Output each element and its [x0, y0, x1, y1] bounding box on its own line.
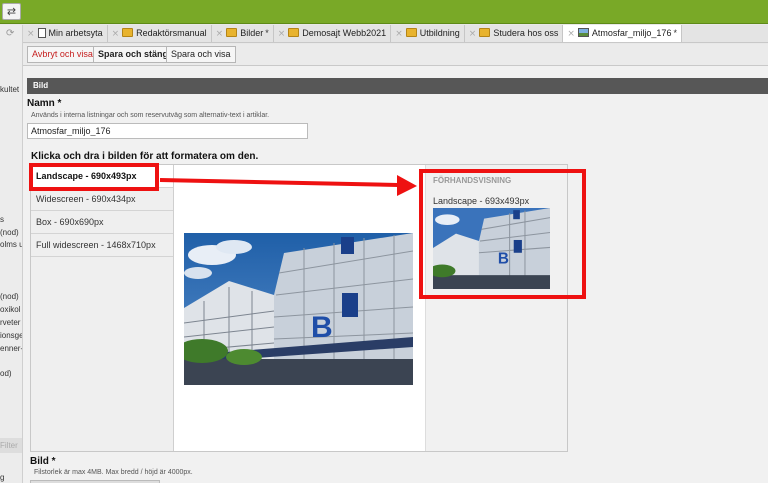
close-icon[interactable]: × [216, 29, 224, 39]
crop-instruction: Klicka och dra i bilden för att formater… [31, 151, 259, 162]
image-icon [577, 28, 589, 37]
editor-toolbar: Avbryt och visa Spara och stäng Spara oc… [23, 44, 768, 66]
tree-item[interactable]: s [0, 215, 4, 224]
filter-button[interactable]: Filter [0, 438, 22, 453]
format-option-full-widescreen[interactable]: Full widescreen - 1468x710px [31, 234, 173, 257]
svg-text:B: B [311, 311, 333, 344]
save-and-view-button[interactable]: Spara och visa [166, 46, 236, 63]
folder-icon [122, 28, 134, 37]
building-photo: B [184, 233, 413, 385]
tab-label: Min arbetsyta [48, 28, 103, 38]
tree-item[interactable]: od) [0, 369, 12, 378]
image-edit-form: Bild Namn * Används i interna listningar… [23, 66, 768, 483]
tree-item[interactable]: ionsge [0, 331, 22, 340]
section-header: Bild [27, 78, 768, 94]
tab-label: Studera hos oss [493, 28, 559, 38]
tab-studera-hos-oss[interactable]: × Studera hos oss [465, 25, 564, 42]
tab-label: Bilder [240, 28, 264, 38]
file-label: Bild * [30, 456, 56, 467]
sidebar-tree: ⟳ kultet s (nod) olms u (nod) oxikol rve… [0, 25, 23, 483]
name-input[interactable] [27, 123, 308, 139]
tab-min-arbetsyta[interactable]: × Min arbetsyta [23, 25, 108, 42]
tab-bar: × Min arbetsyta × Redaktörsmanual × Bilder * × D… [23, 25, 768, 43]
refresh-icon[interactable]: ⟳ [6, 28, 14, 39]
tab-redaktorsmanual[interactable]: × Redaktörsmanual [108, 25, 212, 42]
close-icon[interactable]: × [567, 29, 575, 39]
tree-item[interactable]: olms u [0, 240, 22, 249]
tab-label: Demosajt Webb2021 [302, 28, 387, 38]
document-icon [37, 28, 46, 38]
tree-item[interactable]: kultet [0, 85, 19, 94]
tree-item[interactable]: g [0, 473, 4, 482]
tree-item[interactable]: oxikol [0, 305, 20, 314]
top-bar: ⇄ [0, 0, 768, 24]
name-label: Namn * [27, 98, 62, 109]
swap-arrows-icon[interactable]: ⇄ [2, 3, 21, 20]
close-icon[interactable]: × [112, 29, 120, 39]
name-help-text: Används i interna listningar och som res… [31, 112, 270, 119]
cancel-and-view-button[interactable]: Avbryt och visa [27, 46, 98, 63]
tab-atmosfar-miljo[interactable]: × Atmosfar_miljo_176 * [563, 25, 682, 42]
modified-indicator: * [673, 28, 677, 38]
crop-source-image[interactable]: B [184, 233, 413, 385]
tab-demosajt[interactable]: × Demosajt Webb2021 [274, 25, 392, 42]
modified-indicator: * [265, 28, 269, 38]
folder-icon [405, 28, 417, 37]
folder-icon [479, 28, 491, 37]
tree-item[interactable]: rveter [0, 318, 20, 327]
format-option-box[interactable]: Box - 690x690px [31, 211, 173, 234]
highlight-box-preview [419, 169, 586, 299]
close-icon[interactable]: × [469, 29, 477, 39]
site-icon [288, 28, 300, 37]
close-icon[interactable]: × [395, 29, 403, 39]
save-and-close-button[interactable]: Spara och stäng [93, 46, 174, 63]
tab-label: Atmosfar_miljo_176 [591, 28, 672, 38]
file-help-text: Filstorlek är max 4MB. Max bredd / höjd … [34, 469, 193, 476]
tab-bilder[interactable]: × Bilder * [212, 25, 274, 42]
tree-item[interactable]: (nod) [0, 228, 19, 237]
highlight-box-format [29, 163, 159, 191]
tree-item[interactable]: (nod) [0, 292, 19, 301]
tab-label: Redaktörsmanual [136, 28, 207, 38]
tab-utbildning[interactable]: × Utbildning [391, 25, 465, 42]
tree-item[interactable]: enner- [0, 344, 22, 353]
close-icon[interactable]: × [278, 29, 286, 39]
format-list: Landscape - 690x493px Widescreen - 690x4… [31, 165, 174, 451]
tab-label: Utbildning [419, 28, 460, 38]
close-icon[interactable]: × [27, 29, 35, 39]
folder-icon [226, 28, 238, 37]
format-option-widescreen[interactable]: Widescreen - 690x434px [31, 188, 173, 211]
